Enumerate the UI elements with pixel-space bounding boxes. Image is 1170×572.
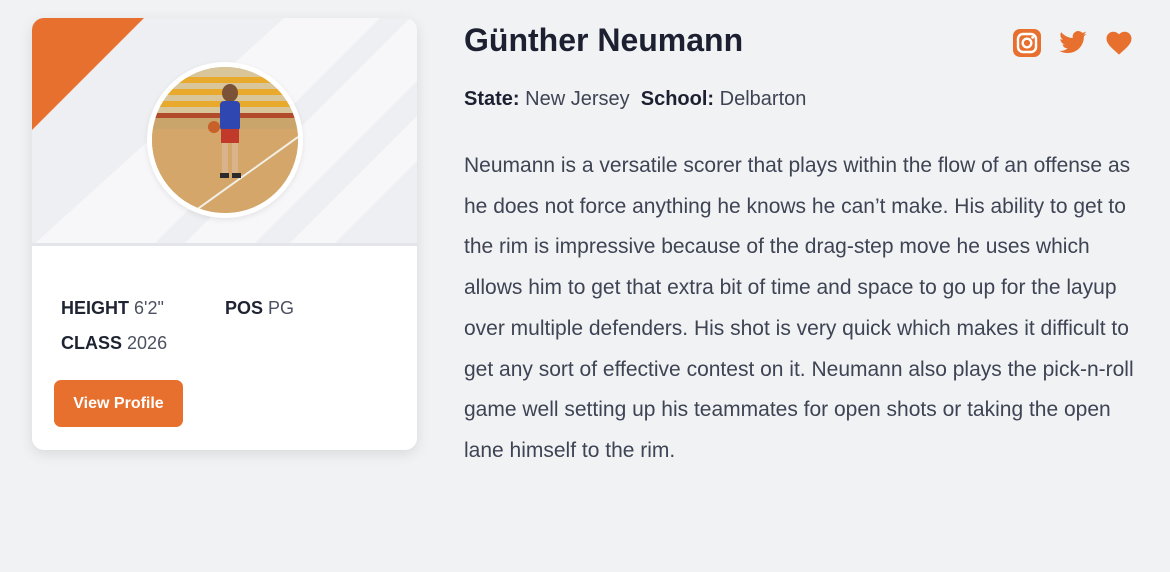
school-value: Delbarton xyxy=(719,88,807,110)
class-stat: CLASS 2026 xyxy=(61,333,167,354)
player-bio: Neumann is a versatile scorer that plays… xyxy=(464,154,1134,462)
view-profile-button[interactable]: View Profile xyxy=(54,380,183,427)
class-label: CLASS xyxy=(61,333,123,353)
height-value: 6'2" xyxy=(134,298,164,318)
pos-label: POS xyxy=(225,298,264,318)
card-header-banner xyxy=(32,18,417,246)
twitter-icon[interactable] xyxy=(1058,28,1090,60)
player-name: Günther Neumann xyxy=(464,22,744,58)
heart-icon[interactable] xyxy=(1104,28,1136,60)
height-label: HEIGHT xyxy=(61,298,130,318)
social-icons xyxy=(1012,28,1136,60)
position-stat: POS PG xyxy=(225,298,294,319)
player-meta: State: New Jersey School: Delbarton xyxy=(464,88,806,111)
state-label: State: xyxy=(464,88,520,110)
player-avatar xyxy=(147,62,303,218)
height-stat: HEIGHT 6'2" xyxy=(61,298,164,319)
state-value: New Jersey xyxy=(525,88,630,110)
player-card: HEIGHT 6'2" POS PG CLASS 2026 View Profi… xyxy=(32,18,417,450)
school-label: School: xyxy=(640,88,715,110)
class-value: 2026 xyxy=(127,333,168,353)
pos-value: PG xyxy=(268,298,295,318)
instagram-icon[interactable] xyxy=(1012,28,1044,60)
